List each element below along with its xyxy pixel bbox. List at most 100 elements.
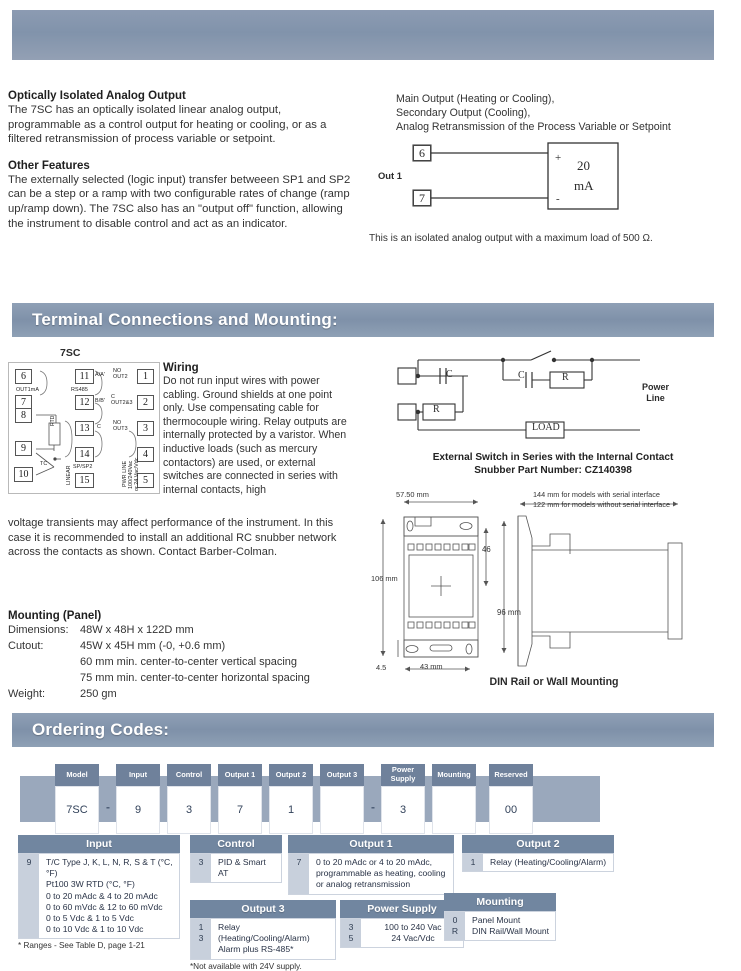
optically-isolated-heading: Optically Isolated Analog Output [8, 90, 186, 102]
code-cell-power-supply[interactable]: Power Supply 3 [381, 764, 425, 834]
mounting-panel-block: Mounting (Panel) Dimensions: 48W x 48H x… [8, 610, 358, 703]
mounting-panel-heading: Mounting (Panel) [8, 610, 102, 622]
terminal-10: 10 [14, 467, 33, 482]
desc-line: Panel Mount [472, 915, 521, 925]
terminal-6: 6 [15, 369, 32, 384]
desc-line: 0 to 10 Vdc & 1 to 10 Vdc [46, 924, 144, 935]
mounting-key: Cutout: [8, 639, 44, 652]
desc-line: 0 to 60 mVdc & 12 to 60 mVdc [46, 901, 163, 912]
power-line-label: Power Line [642, 382, 670, 403]
code-dash-1: - [106, 800, 110, 814]
ordering-table-control: Control 3 PID & Smart AT [190, 835, 282, 884]
ordering-codes-header: Ordering Codes: [12, 713, 714, 747]
output-line-secondary: Secondary Output (Cooling), [396, 107, 531, 119]
code-caption: Reserved [489, 764, 533, 786]
code-value: 7SC [55, 786, 99, 834]
table-header: Input [18, 835, 180, 853]
analog-output-note: This is an isolated analog output with a… [369, 233, 653, 244]
table-row: 75 mm min. center-to-center horizontal s… [8, 671, 310, 687]
terminal-8: 8 [15, 408, 32, 423]
dim-43-label: 43 mm [420, 662, 443, 671]
code-caption: Input [116, 764, 160, 786]
code: 7 [296, 857, 302, 867]
output-options-list: Main Output (Heating or Cooling), Second… [396, 92, 736, 134]
datasheet-page: Optically Isolated Analog Output The 7SC… [0, 0, 741, 971]
terminal-12: 12 [75, 395, 94, 410]
label-c-out23: C OUT2&3 [111, 394, 133, 407]
code: 3 [198, 933, 204, 944]
table-header: Control [190, 835, 282, 853]
terminal-connections-header: Terminal Connections and Mounting: [12, 303, 714, 337]
terminal-connections-title: Terminal Connections and Mounting: [32, 310, 338, 329]
code-value [432, 786, 476, 834]
code-caption: Control [167, 764, 211, 786]
terminal-9: 9 [15, 441, 32, 456]
code-cell-input[interactable]: Input 9 [116, 764, 160, 834]
out1-terminal-6: 6 [413, 145, 431, 161]
code: 1 [198, 922, 204, 932]
load-plus-sign: + [555, 152, 562, 164]
other-features-heading: Other Features [8, 159, 90, 172]
code-cell-output3[interactable]: Output 3 [320, 764, 364, 834]
mounting-value: 60 mm min. center-to-center vertical spa… [80, 655, 298, 668]
desc-line: DIN Rail/Wall Mount [472, 926, 550, 937]
code-cell-output1[interactable]: Output 1 7 [218, 764, 262, 834]
snubber-schematic [397, 350, 640, 439]
terminal-3: 3 [137, 421, 154, 436]
output-line-retransmission: Analog Retransmission of the Process Var… [396, 121, 671, 133]
terminal-2: 2 [137, 395, 154, 410]
wiring-heading: Wiring [163, 362, 199, 374]
snubber-res-right-label: R [562, 372, 569, 383]
mounting-value: 48W x 48H x 122D mm [80, 624, 194, 636]
label-sp-sp2: SP/SP2 [73, 464, 93, 470]
ordering-table-output3: Output 3 1 3 Relay (Heating/Cooling/Alar… [190, 900, 336, 971]
label-pwr-24: or 24 Vac/Vdc [134, 457, 140, 491]
table-row: Dimensions: 48W x 48H x 122D mm [8, 623, 310, 639]
features-text-column: Optically Isolated Analog Output The 7SC… [8, 90, 352, 244]
label-rs485: RS485 [71, 387, 88, 393]
code-caption: Output 2 [269, 764, 313, 786]
desc-line: Relay (Heating/Cooling/Alarm) [490, 857, 607, 867]
other-features-section: Other Features The externally selected (… [8, 160, 352, 231]
label-rtd: RTD [50, 415, 56, 427]
ordering-table-output1: Output 1 7 0 to 20 mAdc or 4 to 20 mAdc,… [288, 835, 454, 895]
code: 3 [198, 857, 204, 867]
code-value: 3 [167, 786, 211, 834]
other-features-body: The externally selected (logic input) tr… [8, 173, 351, 230]
label-no-out2: NO OUT2 [113, 368, 128, 381]
depth-note-no-serial: 122 mm for models without serial interfa… [533, 500, 671, 509]
dim-4-5-label: 4.5 [376, 663, 387, 672]
code-cell-mounting[interactable]: Mounting [432, 764, 476, 834]
code: 0 [452, 915, 458, 925]
desc-line: T/C Type J, K, L, N, R, S & T (°C, °F) [46, 857, 173, 879]
code-cell-model[interactable]: Model 7SC [55, 764, 99, 834]
table-header: Output 3 [190, 900, 336, 918]
dim-width-label: 57.50 mm [396, 490, 429, 499]
ordering-table-input: Input 9 T/C Type J, K, L, N, R, S & T (°… [18, 835, 180, 950]
code-cell-reserved[interactable]: Reserved 00 [489, 764, 533, 834]
table-row: Cutout: 45W x 45H mm (-0, +0.6 mm) [8, 639, 310, 655]
device-model-label: 7SC [60, 347, 81, 359]
wiring-instructions-continued: voltage transients may affect performanc… [8, 516, 352, 560]
snubber-caption-line2: Snubber Part Number: CZ140398 [474, 464, 632, 476]
optically-isolated-section: Optically Isolated Analog Output The 7SC… [8, 90, 352, 147]
code-caption: Output 3 [320, 764, 364, 786]
wiring-instructions: Wiring Do not run input wires with power… [163, 362, 349, 497]
label-bb: B/B' [95, 398, 106, 404]
load-unit: mA [574, 178, 594, 193]
mounting-value: 250 gm [80, 687, 117, 700]
code-value: 9 [116, 786, 160, 834]
terminal-13: 13 [75, 421, 94, 436]
mounting-key [8, 655, 80, 671]
terminal-11: 11 [75, 369, 94, 384]
table-row: 60 mm min. center-to-center vertical spa… [8, 655, 310, 671]
table-header: Mounting [444, 893, 556, 911]
wiring-body-continued: voltage transients may affect performanc… [8, 517, 337, 559]
code-cell-control[interactable]: Control 3 [167, 764, 211, 834]
code-cell-output2[interactable]: Output 2 1 [269, 764, 313, 834]
label-c: C [97, 424, 101, 430]
dim-96-label: 96 mm [497, 608, 521, 617]
code: 5 [348, 933, 354, 944]
terminal-14: 14 [75, 447, 94, 462]
mounting-key: Weight: [8, 687, 46, 700]
